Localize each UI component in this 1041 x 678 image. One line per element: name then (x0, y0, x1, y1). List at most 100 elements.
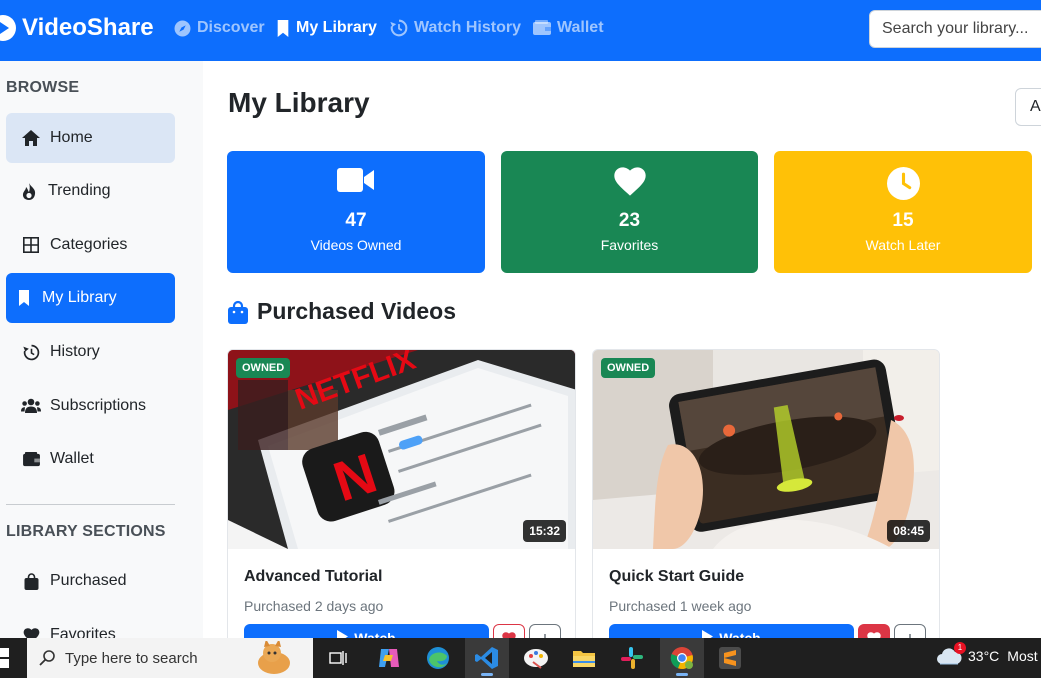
video-card[interactable]: NETFLIX N OWNED 15:32 Advanced Tutorial (227, 349, 576, 638)
slack-icon[interactable] (610, 638, 654, 678)
nav-watch-history[interactable]: Watch History (390, 19, 521, 37)
nav-watch-history-label: Watch History (414, 19, 521, 36)
top-navbar: VideoShare Discover My Library Watch His… (0, 0, 1041, 61)
stat-label: Favorites (600, 237, 659, 253)
owned-badge: OWNED (601, 358, 656, 378)
bookmark-icon (276, 19, 290, 37)
vscode-icon[interactable] (465, 638, 509, 678)
sidebar-item-purchased[interactable]: Purchased (6, 556, 175, 606)
wallet-icon (533, 20, 551, 36)
nav-wallet[interactable]: Wallet (533, 19, 604, 37)
watch-button-label: Watch (354, 630, 396, 638)
sidebar-item-label: History (50, 343, 100, 360)
users-icon (20, 398, 42, 414)
sidebar-item-subscriptions[interactable]: Subscriptions (6, 381, 175, 431)
watch-button[interactable]: Watch (609, 624, 854, 638)
watch-button[interactable]: Watch (244, 624, 489, 638)
bookmark-icon (16, 290, 32, 306)
nav-my-library[interactable]: My Library (276, 19, 377, 37)
compass-icon (174, 20, 191, 37)
sidebar-item-label: Wallet (50, 450, 94, 467)
sublime-text-icon[interactable] (708, 638, 752, 678)
sidebar-item-label: My Library (42, 289, 117, 306)
stat-value: 23 (618, 210, 641, 231)
sidebar-item-wallet[interactable]: Wallet (6, 434, 175, 484)
sidebar-item-categories[interactable]: Categories (6, 220, 175, 270)
stat-value: 15 (892, 210, 914, 231)
nav-discover-label: Discover (197, 19, 265, 36)
search-icon (39, 650, 55, 666)
section-title-text: Purchased Videos (257, 298, 456, 324)
purchase-date: Purchased 2 days ago (244, 598, 384, 614)
owned-badge: OWNED (236, 358, 291, 378)
shopping-bag-icon (20, 572, 42, 590)
brand-logo[interactable]: VideoShare (0, 14, 154, 42)
page-title: My Library (228, 87, 370, 118)
favorite-button[interactable] (858, 624, 890, 638)
nav-my-library-label: My Library (296, 19, 377, 36)
copilot-icon[interactable] (367, 638, 411, 678)
filter-select[interactable]: Al (1015, 88, 1041, 126)
netflix-tablet-image: NETFLIX N (228, 350, 575, 549)
sidebar-heading-browse: BROWSE (6, 79, 80, 96)
video-title[interactable]: Quick Start Guide (609, 568, 744, 586)
sidebar-item-label: Categories (50, 236, 128, 253)
download-button[interactable] (529, 624, 561, 638)
sidebar-item-home[interactable]: Home (6, 113, 175, 163)
favorite-button[interactable] (493, 624, 525, 638)
stat-card-watch-later: 15 Watch Later (774, 151, 1032, 273)
video-thumbnail[interactable]: NETFLIX N OWNED 15:32 (228, 350, 575, 549)
play-icon (702, 630, 714, 638)
nav-discover[interactable]: Discover (174, 19, 265, 37)
history-icon (20, 344, 42, 361)
video-card[interactable]: OWNED 08:45 Quick Start Guide Purchased … (592, 349, 940, 638)
stat-label: Videos Owned (310, 237, 402, 253)
play-icon (337, 630, 349, 638)
weather-temp: 33°C (968, 648, 1000, 664)
video-thumbnail[interactable]: OWNED 08:45 (593, 350, 939, 549)
windows-taskbar: Type here to search 1 33°C Most (0, 638, 1041, 678)
purchase-date: Purchased 1 week ago (609, 598, 752, 614)
wallet-icon (20, 451, 42, 467)
weather-widget[interactable]: 1 33°C Most (936, 642, 1038, 666)
paint-icon[interactable] (514, 638, 558, 678)
clock-icon (774, 167, 1032, 200)
video-title[interactable]: Advanced Tutorial (244, 568, 382, 586)
cat-search-highlight-icon (250, 639, 298, 678)
search-placeholder: Search your library... (882, 20, 1029, 37)
sidebar-item-label: Purchased (50, 572, 127, 589)
sidebar-item-label: Trending (48, 182, 111, 199)
task-view-icon[interactable] (316, 638, 360, 678)
sidebar-item-label: Favorites (50, 626, 116, 638)
sidebar-item-label: Home (50, 129, 93, 146)
sidebar: BROWSE Home Trending Categories My Libra… (0, 61, 203, 638)
grid-icon (20, 237, 42, 253)
play-logo-icon (0, 15, 16, 41)
heart-icon (20, 627, 42, 638)
sidebar-item-trending[interactable]: Trending (6, 166, 175, 216)
taskbar-search-placeholder: Type here to search (65, 649, 198, 667)
sidebar-divider (6, 504, 175, 505)
sidebar-item-favorites[interactable]: Favorites (6, 610, 175, 638)
video-camera-icon (227, 167, 485, 193)
windows-start-icon[interactable] (0, 648, 10, 673)
edge-icon[interactable] (416, 638, 460, 678)
home-icon (20, 130, 42, 146)
cloud-weather-icon: 1 (936, 642, 966, 666)
stat-card-videos-owned: 47 Videos Owned (227, 151, 485, 273)
stat-card-favorites: 23 Favorites (501, 151, 758, 273)
section-title-purchased: Purchased Videos (228, 298, 456, 325)
duration-badge: 15:32 (523, 520, 566, 542)
fire-icon (18, 182, 40, 200)
stat-value: 47 (345, 210, 367, 231)
search-input[interactable]: Search your library... (869, 10, 1041, 48)
download-button[interactable] (894, 624, 926, 638)
chrome-icon[interactable] (660, 638, 704, 678)
sidebar-item-label: Subscriptions (50, 397, 147, 414)
history-icon (390, 19, 408, 37)
file-explorer-icon[interactable] (562, 638, 606, 678)
weather-description: Most (1007, 648, 1038, 664)
sidebar-item-history[interactable]: History (6, 327, 175, 377)
sidebar-item-my-library[interactable]: My Library (6, 273, 175, 323)
duration-badge: 08:45 (887, 520, 930, 542)
